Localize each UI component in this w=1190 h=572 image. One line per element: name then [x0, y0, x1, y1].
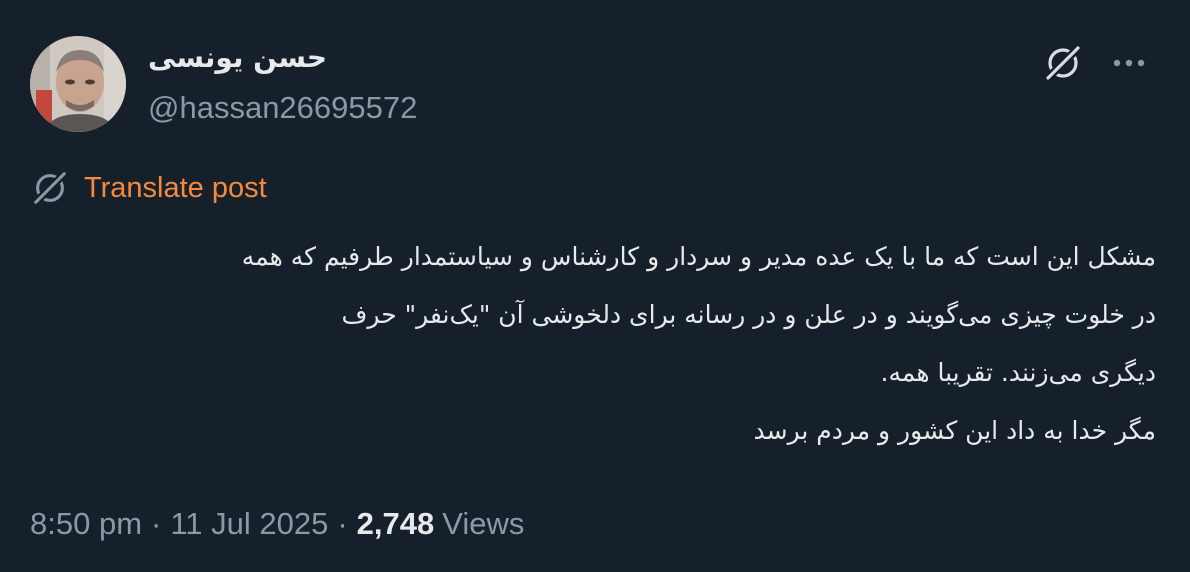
post-detail: حسن یونسی @hassan26695572 Translate post… [0, 0, 1190, 572]
post-meta: 8:50 pm · 11 Jul 2025 · 2,748 Views [30, 502, 524, 546]
post-time[interactable]: 8:50 pm [30, 502, 142, 546]
horizontal-ellipsis-icon [1113, 59, 1145, 67]
display-name[interactable]: حسن یونسی [148, 38, 327, 78]
post-text-line: مشکل این است که ما با یک عده مدیر و سردا… [241, 242, 1156, 271]
translate-grok-icon [33, 171, 67, 205]
views-count: 2,748 [356, 506, 435, 541]
avatar-photo [30, 36, 126, 132]
user-handle[interactable]: @hassan26695572 [148, 88, 417, 128]
post-text: مشکل این است که ما با یک عده مدیر و سردا… [30, 228, 1156, 460]
avatar[interactable] [30, 36, 126, 132]
grok-slash-circle-icon [1046, 46, 1080, 80]
post-text-line: دیگری می‌زنند. تقریبا همه. [880, 358, 1156, 387]
translate-label: Translate post [84, 172, 267, 204]
post-text-line: در خلوت چیزی می‌گویند و در علن و در رسان… [341, 300, 1156, 329]
post-date[interactable]: 11 Jul 2025 [170, 502, 328, 546]
post-text-line: مگر خدا به داد این کشور و مردم برسد [753, 416, 1156, 445]
meta-separator: · [337, 506, 348, 541]
grok-button[interactable] [1040, 40, 1086, 86]
meta-separator: · [151, 506, 162, 541]
more-options-button[interactable] [1106, 40, 1152, 86]
translate-post-button[interactable]: Translate post [30, 168, 267, 208]
views-label: Views [442, 506, 525, 541]
